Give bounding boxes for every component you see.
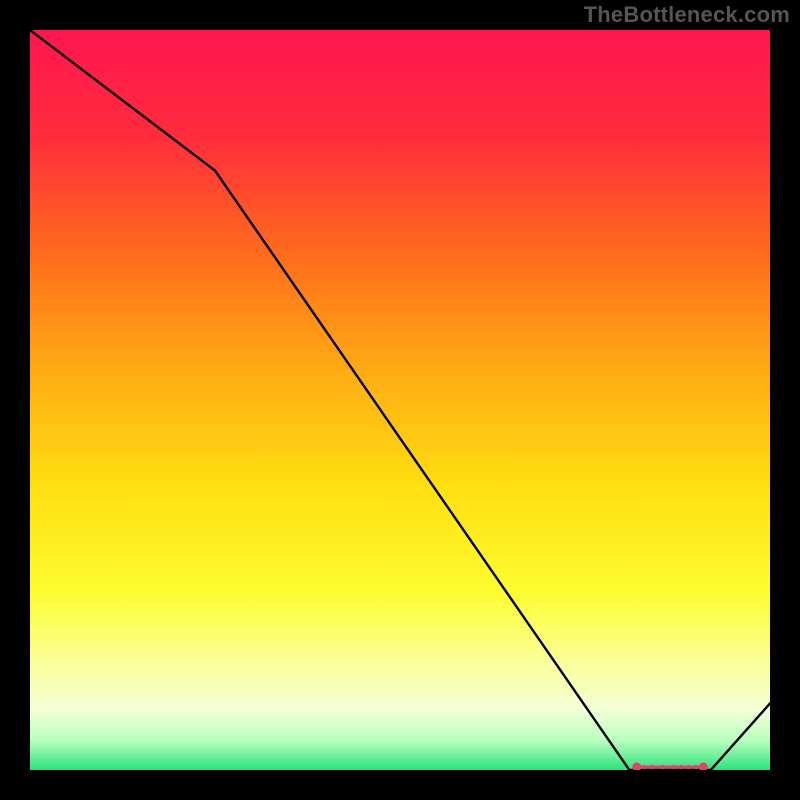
watermark-text: TheBottleneck.com	[584, 2, 790, 28]
chart-svg	[30, 30, 770, 770]
chart-frame: TheBottleneck.com	[0, 0, 800, 800]
chart-plot-area	[30, 30, 770, 770]
chart-background	[30, 30, 770, 770]
